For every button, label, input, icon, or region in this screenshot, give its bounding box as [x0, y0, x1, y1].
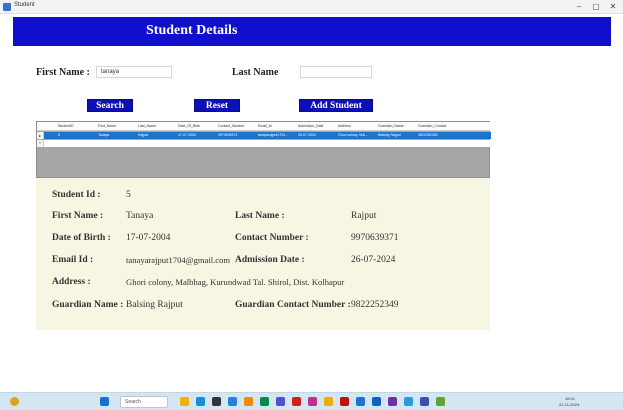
- table-cell[interactable]: Ghori colony, Mal...: [337, 132, 377, 139]
- table-cell[interactable]: Rajput: [137, 132, 177, 139]
- guardian-contact-value: 9822252349: [351, 300, 399, 310]
- new-table-row[interactable]: *: [37, 140, 491, 147]
- contact-number-value: 9970639371: [351, 233, 399, 243]
- app-icon-15[interactable]: [404, 397, 413, 406]
- dob-value: 17-07-2004: [126, 233, 171, 243]
- last-name-input[interactable]: [300, 66, 372, 78]
- table-cell[interactable]: 9822252349: [417, 132, 461, 139]
- column-header[interactable]: Date_Of_Birth: [177, 122, 217, 130]
- clock-time[interactable]: 18:01: [565, 396, 575, 401]
- header-banner: Student Details: [13, 17, 611, 46]
- app-icon-8[interactable]: [292, 397, 301, 406]
- app-icon-11[interactable]: [340, 397, 349, 406]
- window-titlebar: Student – ▢ ✕: [0, 0, 623, 14]
- table-cell[interactable]: Tanaya: [97, 132, 137, 139]
- email-value: tanayarajput1704@gmail.com: [126, 255, 231, 265]
- table-cell[interactable]: 26-07-2024: [297, 132, 337, 139]
- table-cell[interactable]: 9970639371: [217, 132, 257, 139]
- column-header[interactable]: First_Name: [97, 122, 137, 130]
- app-icon-12[interactable]: [356, 397, 365, 406]
- guardian-contact-label: Guardian Contact Number :: [235, 300, 351, 310]
- table-cell[interactable]: 5: [57, 132, 97, 139]
- admission-date-value: 26-07-2024: [351, 255, 396, 265]
- last-name-detail-label: Last Name :: [235, 211, 285, 221]
- widgets-icon[interactable]: [10, 397, 19, 406]
- column-header[interactable]: Admission_Date: [297, 122, 337, 130]
- guardian-name-label: Guardian Name :: [52, 300, 124, 310]
- app-icon-16[interactable]: [420, 397, 429, 406]
- app-icon-9[interactable]: [308, 397, 317, 406]
- app-icon-6[interactable]: [260, 397, 269, 406]
- app-icon-10[interactable]: [324, 397, 333, 406]
- last-name-label: Last Name: [232, 67, 279, 78]
- file-explorer-icon[interactable]: [180, 397, 189, 406]
- table-cell[interactable]: tanayarajput1704...: [257, 132, 297, 139]
- app-icon: [3, 3, 11, 11]
- first-name-label: First Name :: [36, 67, 90, 78]
- app-icon-5[interactable]: [244, 397, 253, 406]
- first-name-input[interactable]: tanaya: [96, 66, 172, 78]
- grid-header-row: StudentID First_Name Last_Name Date_Of_B…: [37, 122, 491, 131]
- student-details-panel: Student Id : 5 First Name : Tanaya Last …: [36, 178, 490, 330]
- app-icon-7[interactable]: [276, 397, 285, 406]
- app-icon-17[interactable]: [436, 397, 445, 406]
- admission-date-label: Admission Date :: [235, 255, 305, 265]
- table-cell[interactable]: 17-07-2004: [177, 132, 217, 139]
- first-name-detail-label: First Name :: [52, 211, 104, 221]
- page-title: Student Details: [146, 23, 238, 38]
- contact-number-label: Contact Number :: [235, 233, 309, 243]
- add-student-button[interactable]: Add Student: [299, 99, 373, 112]
- column-header[interactable]: Contact_Number: [217, 122, 257, 130]
- column-header[interactable]: StudentID: [57, 122, 97, 130]
- app-icon-4[interactable]: [228, 397, 237, 406]
- app-icon-13[interactable]: [372, 397, 381, 406]
- edge-icon[interactable]: [196, 397, 205, 406]
- close-button[interactable]: ✕: [607, 1, 619, 12]
- students-grid[interactable]: StudentID First_Name Last_Name Date_Of_B…: [36, 121, 491, 178]
- app-icon-14[interactable]: [388, 397, 397, 406]
- window-title: Student: [14, 2, 35, 8]
- column-header[interactable]: Last_Name: [137, 122, 177, 130]
- dob-label: Date of Birth :: [52, 233, 111, 243]
- first-name-detail-value: Tanaya: [126, 211, 154, 221]
- minimize-button[interactable]: –: [573, 1, 585, 12]
- address-value: Ghori colony, Malbhag, Kurundwad Tal. Sh…: [126, 277, 345, 287]
- clock-date[interactable]: 22-11-2024: [559, 402, 579, 407]
- taskbar: Search 18:01 22-11-2024: [0, 392, 623, 410]
- last-name-detail-value: Rajput: [351, 211, 377, 221]
- email-label: Email Id :: [52, 255, 94, 265]
- start-icon[interactable]: [100, 397, 109, 406]
- app-icon-3[interactable]: [212, 397, 221, 406]
- search-button[interactable]: Search: [87, 99, 133, 112]
- table-cell[interactable]: Balsing Rajput: [377, 132, 417, 139]
- table-row[interactable]: ▸ 5 Tanaya Rajput 17-07-2004 9970639371 …: [37, 132, 491, 139]
- column-header[interactable]: Guardian_Name: [377, 122, 417, 130]
- student-id-value: 5: [126, 190, 131, 200]
- student-id-label: Student Id :: [52, 190, 101, 200]
- column-header[interactable]: Email_Id: [257, 122, 297, 130]
- column-header[interactable]: Guardian_Contact: [417, 122, 461, 130]
- maximize-button[interactable]: ▢: [590, 1, 602, 12]
- address-label: Address :: [52, 277, 91, 287]
- reset-button[interactable]: Reset: [194, 99, 240, 112]
- taskbar-search[interactable]: Search: [120, 396, 168, 408]
- row-selector[interactable]: ▸: [37, 132, 44, 139]
- column-header[interactable]: Address: [337, 122, 377, 130]
- guardian-name-value: Balsing Rajput: [126, 300, 183, 310]
- new-row-marker: *: [37, 140, 44, 147]
